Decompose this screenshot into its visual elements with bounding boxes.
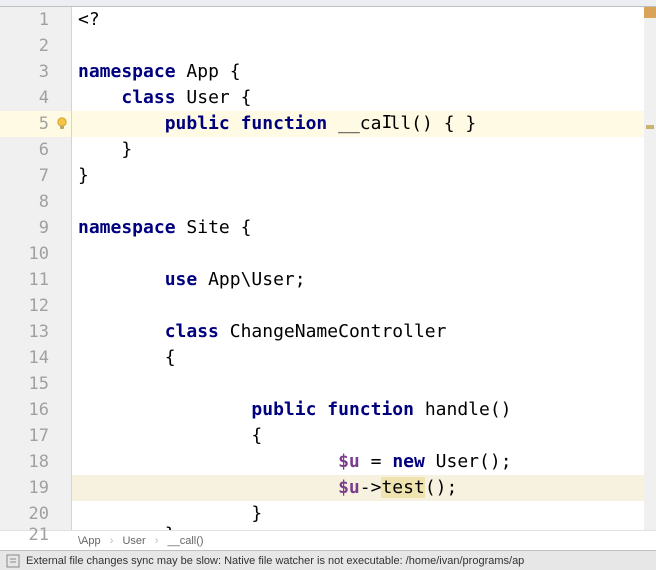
error-stripe-margin[interactable]: [644, 7, 656, 530]
status-message: External file changes sync may be slow: …: [26, 551, 524, 570]
breadcrumb-separator: ›: [149, 535, 165, 547]
code-line: public function handle(): [72, 397, 656, 423]
line-number[interactable]: 2: [0, 33, 71, 59]
code-line: [72, 33, 656, 59]
line-number[interactable]: 12: [0, 293, 71, 319]
line-number[interactable]: 16: [0, 397, 71, 423]
line-number[interactable]: 20: [0, 501, 71, 527]
line-number[interactable]: 11: [0, 267, 71, 293]
text-caret: I: [381, 110, 389, 136]
breadcrumb-separator: ›: [104, 535, 120, 547]
code-line: }: [72, 527, 656, 530]
code-line: }: [72, 137, 656, 163]
breadcrumb-bar[interactable]: \App › User › __call(): [0, 530, 656, 550]
code-line: use App\User;: [72, 267, 656, 293]
warning-stripe[interactable]: [646, 125, 654, 129]
line-number[interactable]: 5: [0, 111, 71, 137]
code-line: class ChangeNameController: [72, 319, 656, 345]
line-number[interactable]: 14: [0, 345, 71, 371]
code-line: <?: [72, 7, 656, 33]
intention-bulb-icon[interactable]: [56, 117, 68, 131]
code-area[interactable]: <? namespace App { class User { public f…: [72, 7, 656, 530]
php-open-tag: <?: [78, 9, 100, 30]
line-number[interactable]: 15: [0, 371, 71, 397]
code-line: [72, 189, 656, 215]
line-number[interactable]: 1: [0, 7, 71, 33]
line-number[interactable]: 18: [0, 449, 71, 475]
code-line: [72, 371, 656, 397]
line-number[interactable]: 8: [0, 189, 71, 215]
line-number[interactable]: 17: [0, 423, 71, 449]
code-line: namespace Site {: [72, 215, 656, 241]
variable: $u: [338, 451, 360, 472]
code-line: [72, 241, 656, 267]
method-name: __ca: [338, 113, 381, 134]
line-number[interactable]: 7: [0, 163, 71, 189]
breadcrumb-item[interactable]: User: [122, 535, 145, 547]
variable: $u: [338, 477, 360, 498]
line-number[interactable]: 3: [0, 59, 71, 85]
undefined-method: test: [381, 477, 424, 498]
status-bar[interactable]: External file changes sync may be slow: …: [0, 550, 656, 570]
line-number[interactable]: 4: [0, 85, 71, 111]
breadcrumb-item[interactable]: __call(): [167, 535, 203, 547]
line-number[interactable]: 19: [0, 475, 71, 501]
line-number[interactable]: 10: [0, 241, 71, 267]
status-info-icon: [6, 554, 20, 568]
line-number[interactable]: 21: [0, 527, 71, 543]
line-number[interactable]: 13: [0, 319, 71, 345]
code-line: }: [72, 163, 656, 189]
editor-pane: 123456789101112131415161718192021 <? nam…: [0, 7, 656, 530]
line-number[interactable]: 6: [0, 137, 71, 163]
editor-top-strip: [0, 0, 656, 7]
error-stripe-summary[interactable]: [644, 7, 656, 18]
code-line: [72, 293, 656, 319]
code-line: $u = new User();: [72, 449, 656, 475]
line-number-gutter[interactable]: 123456789101112131415161718192021: [0, 7, 72, 530]
breadcrumb-item[interactable]: \App: [78, 535, 101, 547]
code-line: {: [72, 423, 656, 449]
line-number[interactable]: 9: [0, 215, 71, 241]
code-line: class User {: [72, 85, 656, 111]
code-line: namespace App {: [72, 59, 656, 85]
code-line: {: [72, 345, 656, 371]
code-line: $u->test();: [72, 475, 656, 501]
code-line-current: public function __caIll() { }: [72, 111, 656, 137]
